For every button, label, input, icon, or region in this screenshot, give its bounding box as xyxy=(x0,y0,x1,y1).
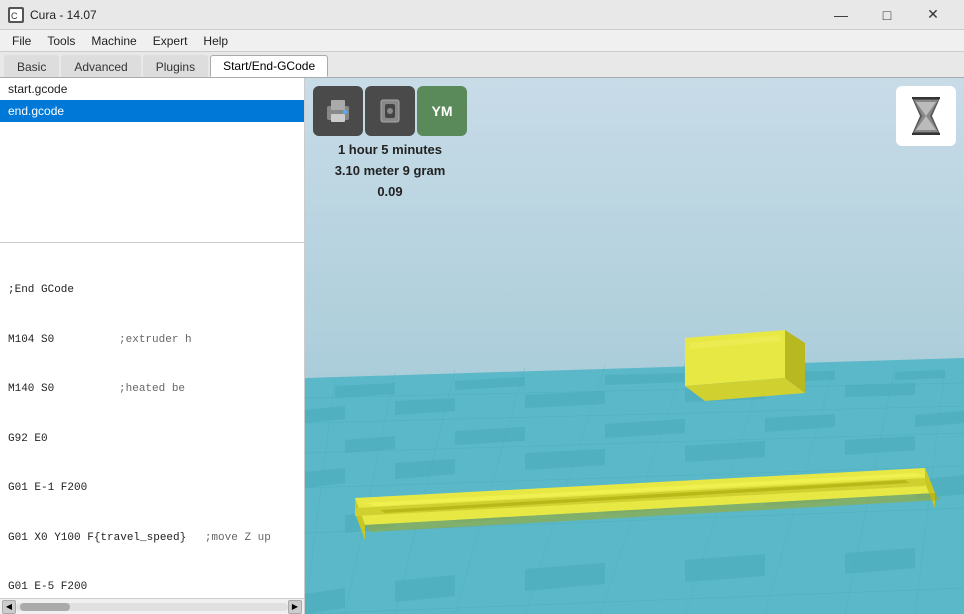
menu-help[interactable]: Help xyxy=(195,32,236,50)
code-line-5: G01 E-1 F200 xyxy=(8,480,87,497)
tab-basic[interactable]: Basic xyxy=(4,55,59,77)
tab-plugins[interactable]: Plugins xyxy=(143,55,208,77)
filament-icon[interactable] xyxy=(365,86,415,136)
window-controls: — □ ✕ xyxy=(818,0,956,30)
file-item-start[interactable]: start.gcode xyxy=(0,78,304,100)
menu-file[interactable]: File xyxy=(4,32,39,50)
box-object xyxy=(685,330,805,401)
code-line-6: G01 X0 Y100 F{travel_speed} xyxy=(8,530,186,547)
maximize-button[interactable]: □ xyxy=(864,0,910,30)
code-comment-3: ;heated be xyxy=(66,381,185,398)
left-panel: start.gcode end.gcode ;End GCode M104 S0… xyxy=(0,78,305,614)
code-line-2: M104 S0 xyxy=(8,332,54,349)
code-content[interactable]: ;End GCode M104 S0 ;extruder h M140 S0 ;… xyxy=(0,243,304,598)
close-button[interactable]: ✕ xyxy=(910,0,956,30)
scrollbar-thumb[interactable] xyxy=(20,603,70,611)
menu-tools[interactable]: Tools xyxy=(39,32,83,50)
menu-machine[interactable]: Machine xyxy=(83,32,144,50)
3d-viewport[interactable]: YM 1 hour 5 minutes 3.10 meter 9 gram 0.… xyxy=(305,78,964,614)
code-line-1: ;End GCode xyxy=(8,282,74,299)
print-icon[interactable] xyxy=(313,86,363,136)
horizontal-scrollbar: ◀ ▶ xyxy=(0,598,304,614)
code-comment-6: ;move Z up xyxy=(198,530,271,547)
layer-view-button[interactable] xyxy=(896,86,956,146)
tab-bar: Basic Advanced Plugins Start/End-GCode xyxy=(0,52,964,78)
app-icon: C xyxy=(8,7,24,23)
svg-text:C: C xyxy=(11,11,18,21)
code-comment-2: ;extruder h xyxy=(66,332,191,349)
file-list: start.gcode end.gcode xyxy=(0,78,304,243)
menu-bar: File Tools Machine Expert Help xyxy=(0,30,964,52)
minimize-button[interactable]: — xyxy=(818,0,864,30)
title-bar: C Cura - 14.07 — □ ✕ xyxy=(0,0,964,30)
app-title: Cura - 14.07 xyxy=(30,8,97,22)
file-item-end[interactable]: end.gcode xyxy=(0,100,304,122)
tab-advanced[interactable]: Advanced xyxy=(61,55,140,77)
code-area: ;End GCode M104 S0 ;extruder h M140 S0 ;… xyxy=(0,243,304,598)
stat-time: 1 hour 5 minutes xyxy=(335,140,446,161)
menu-expert[interactable]: Expert xyxy=(145,32,196,50)
viewport-stats: 1 hour 5 minutes 3.10 meter 9 gram 0.09 xyxy=(331,140,450,202)
tab-start-end-gcode[interactable]: Start/End-GCode xyxy=(210,55,328,77)
viewport-toolbar: YM 1 hour 5 minutes 3.10 meter 9 gram 0.… xyxy=(313,86,467,202)
toolbar-group: YM 1 hour 5 minutes 3.10 meter 9 gram 0.… xyxy=(313,86,467,202)
code-line-3: M140 S0 xyxy=(8,381,54,398)
code-line-4: G92 E0 xyxy=(8,431,48,448)
main-content: start.gcode end.gcode ;End GCode M104 S0… xyxy=(0,78,964,614)
stat-value: 0.09 xyxy=(335,182,446,203)
ym-icon[interactable]: YM xyxy=(417,86,467,136)
toolbar-icons: YM xyxy=(313,86,467,136)
scrollbar-track[interactable] xyxy=(16,603,288,611)
code-line-7: G01 E-5 F200 xyxy=(8,579,87,596)
scroll-left-button[interactable]: ◀ xyxy=(2,600,16,614)
scroll-right-button[interactable]: ▶ xyxy=(288,600,302,614)
stat-material: 3.10 meter 9 gram xyxy=(335,161,446,182)
